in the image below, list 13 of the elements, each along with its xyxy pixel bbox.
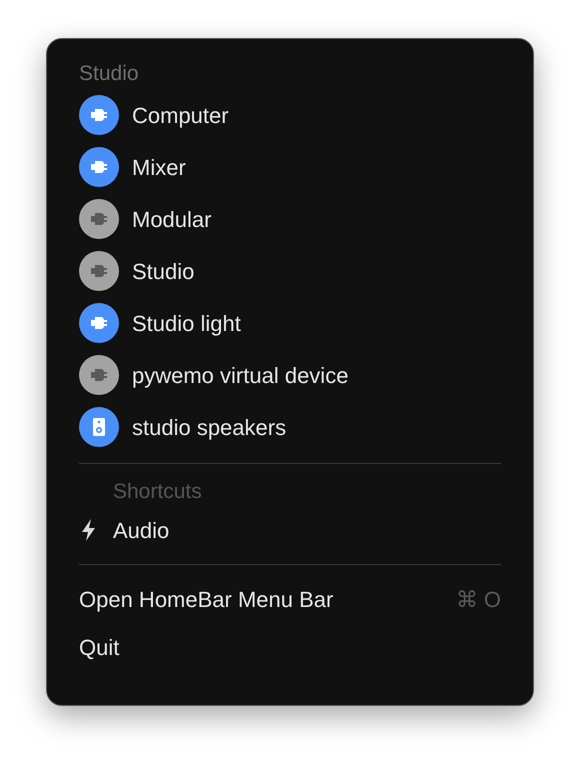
keyboard-shortcut: ⌘ O: [456, 586, 501, 614]
device-item[interactable]: Computer: [79, 89, 501, 141]
shortcut-item[interactable]: Audio: [79, 506, 501, 554]
device-item[interactable]: pywemo virtual device: [79, 349, 501, 401]
device-item[interactable]: Studio: [79, 245, 501, 297]
device-item[interactable]: Mixer: [79, 141, 501, 193]
section-title: Shortcuts: [113, 479, 202, 506]
section-title: Studio: [79, 61, 139, 88]
device-item[interactable]: Studio light: [79, 297, 501, 349]
menu-item[interactable]: Quit: [79, 623, 501, 671]
menu-item[interactable]: Open HomeBar Menu Bar ⌘ O: [79, 575, 501, 623]
device-item[interactable]: studio speakers: [79, 401, 501, 453]
device-item[interactable]: Modular: [79, 193, 501, 245]
